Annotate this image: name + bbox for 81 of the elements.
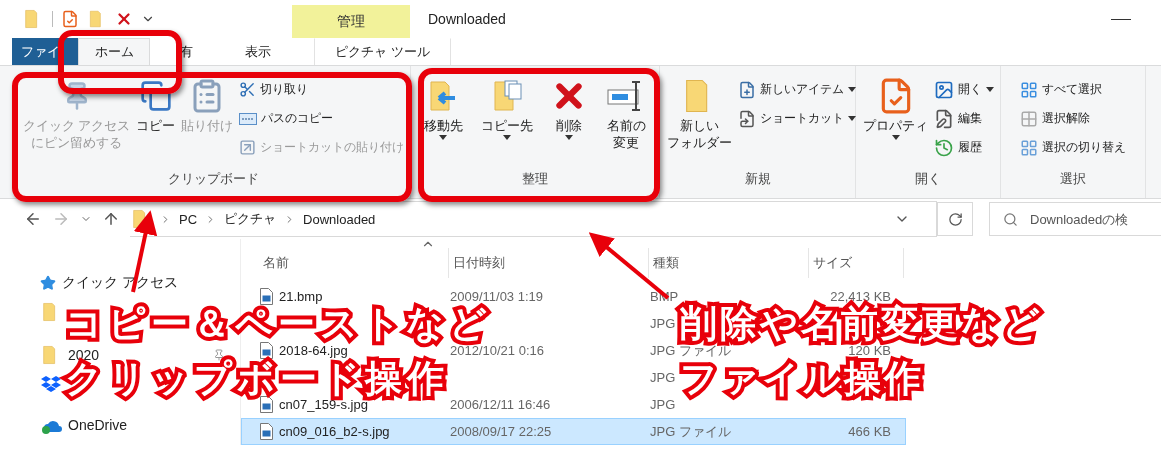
edit-icon (934, 108, 954, 129)
file-type: JPG (650, 316, 676, 331)
file-date: 2006/12/11 16:46 (450, 397, 551, 412)
image-file-icon (260, 423, 273, 440)
file-row[interactable]: cn09_016_b2-s.jpg 2008/09/17 22:25 JPG ファイル 466 KB (241, 418, 906, 445)
back-icon[interactable] (24, 210, 42, 228)
column-header[interactable]: 日付時刻 (449, 248, 649, 278)
breadcrumb[interactable]: PC (179, 211, 198, 227)
ribbon-button[interactable]: 移動先 (420, 70, 466, 144)
group-label: 整理 (521, 171, 549, 188)
minimize-icon[interactable] (1111, 18, 1131, 20)
breadcrumb[interactable]: Downloaded (303, 211, 376, 227)
file-name: cn09_016_b2-s.jpg (279, 424, 390, 439)
file-name: 2018-64.jpg (279, 343, 348, 358)
invert-selection-icon (1020, 138, 1038, 157)
caret-icon (848, 116, 856, 121)
image-icon (934, 79, 954, 100)
search-icon (1003, 212, 1018, 227)
ribbon-button[interactable]: 切り取り (236, 78, 408, 101)
image-file-icon (260, 288, 273, 305)
caret-icon (502, 134, 511, 140)
scissors-icon (239, 81, 257, 98)
window-title: Downloaded (427, 10, 507, 29)
caret-icon (848, 87, 856, 92)
ribbon-button[interactable]: コピー先 (477, 70, 536, 144)
ribbon-button[interactable]: 編集 (931, 107, 997, 130)
ribbon-tab[interactable]: ファイ (12, 38, 78, 65)
caret-icon (891, 134, 900, 140)
group-label: 選択 (1059, 171, 1087, 188)
group-label: クリップボード (166, 171, 260, 188)
ribbon-button[interactable]: 新しい フォルダー (664, 70, 735, 156)
file-type: JPG (650, 370, 676, 385)
ribbon-button[interactable]: コピー (133, 70, 179, 139)
delete-icon[interactable] (115, 10, 133, 28)
file-type: JPG ファイル (650, 422, 731, 441)
nav-item[interactable]: OneDrive (40, 413, 128, 436)
up-icon[interactable] (102, 210, 120, 228)
column-header[interactable]: サイズ (809, 248, 904, 278)
file-size: 466 KB (848, 424, 891, 439)
shortcut-icon (239, 139, 257, 156)
column-header[interactable]: 名前 (259, 248, 449, 278)
file-type: JPG (650, 397, 676, 412)
select-none-icon (1020, 109, 1038, 128)
group-label: 開く (914, 171, 942, 188)
refresh-button[interactable] (937, 202, 973, 236)
caret-icon (986, 87, 994, 92)
shortcut-icon (738, 109, 756, 128)
box-icon (40, 373, 62, 394)
file-date: 2009/11/03 1:19 (450, 289, 543, 304)
ribbon-tab[interactable]: ホーム (78, 38, 150, 65)
column-header[interactable]: 種類 (649, 248, 809, 278)
ribbon-tab[interactable]: ピクチャ ツール (314, 38, 451, 65)
context-tab-label: 管理 (292, 5, 410, 38)
select-all-icon (1020, 80, 1038, 99)
star-icon (40, 274, 56, 291)
address-field[interactable]: PC ピクチャ Downloaded (130, 201, 937, 237)
history-icon (934, 137, 954, 158)
ribbon-button[interactable]: 選択解除 (1017, 107, 1129, 130)
file-date: 2008/09/17 22:25 (450, 424, 552, 439)
ribbon-button[interactable]: 名前の 変更 (603, 70, 650, 156)
group-label: 新規 (743, 171, 772, 188)
new-item-icon (738, 80, 756, 99)
search-field[interactable]: Downloadedの検 (989, 202, 1161, 236)
properties-icon[interactable] (61, 10, 79, 28)
ribbon-button[interactable]: 選択の切り替え (1017, 136, 1129, 159)
caret-icon (565, 134, 574, 140)
path-icon (239, 112, 258, 125)
copy-icon (140, 80, 172, 112)
ribbon-button[interactable]: ショートカット (735, 107, 859, 130)
ribbon-button[interactable]: プロパティ (860, 70, 931, 144)
callout-text: ファイル操作 (674, 357, 930, 400)
refresh-icon (947, 211, 963, 227)
ribbon-button[interactable]: すべて選択 (1017, 78, 1129, 101)
ribbon-button[interactable]: 開く (931, 78, 997, 101)
caret-icon (439, 134, 448, 140)
ribbon-button[interactable]: 新しいアイテム (735, 78, 859, 101)
file-name: 21.bmp (279, 289, 323, 304)
breadcrumb[interactable]: ピクチャ (224, 210, 277, 228)
ribbon-button[interactable]: 履歴 (931, 136, 997, 159)
ribbon-button[interactable]: パスのコピー (236, 107, 408, 130)
ribbon-button[interactable]: 削除 (547, 70, 592, 144)
